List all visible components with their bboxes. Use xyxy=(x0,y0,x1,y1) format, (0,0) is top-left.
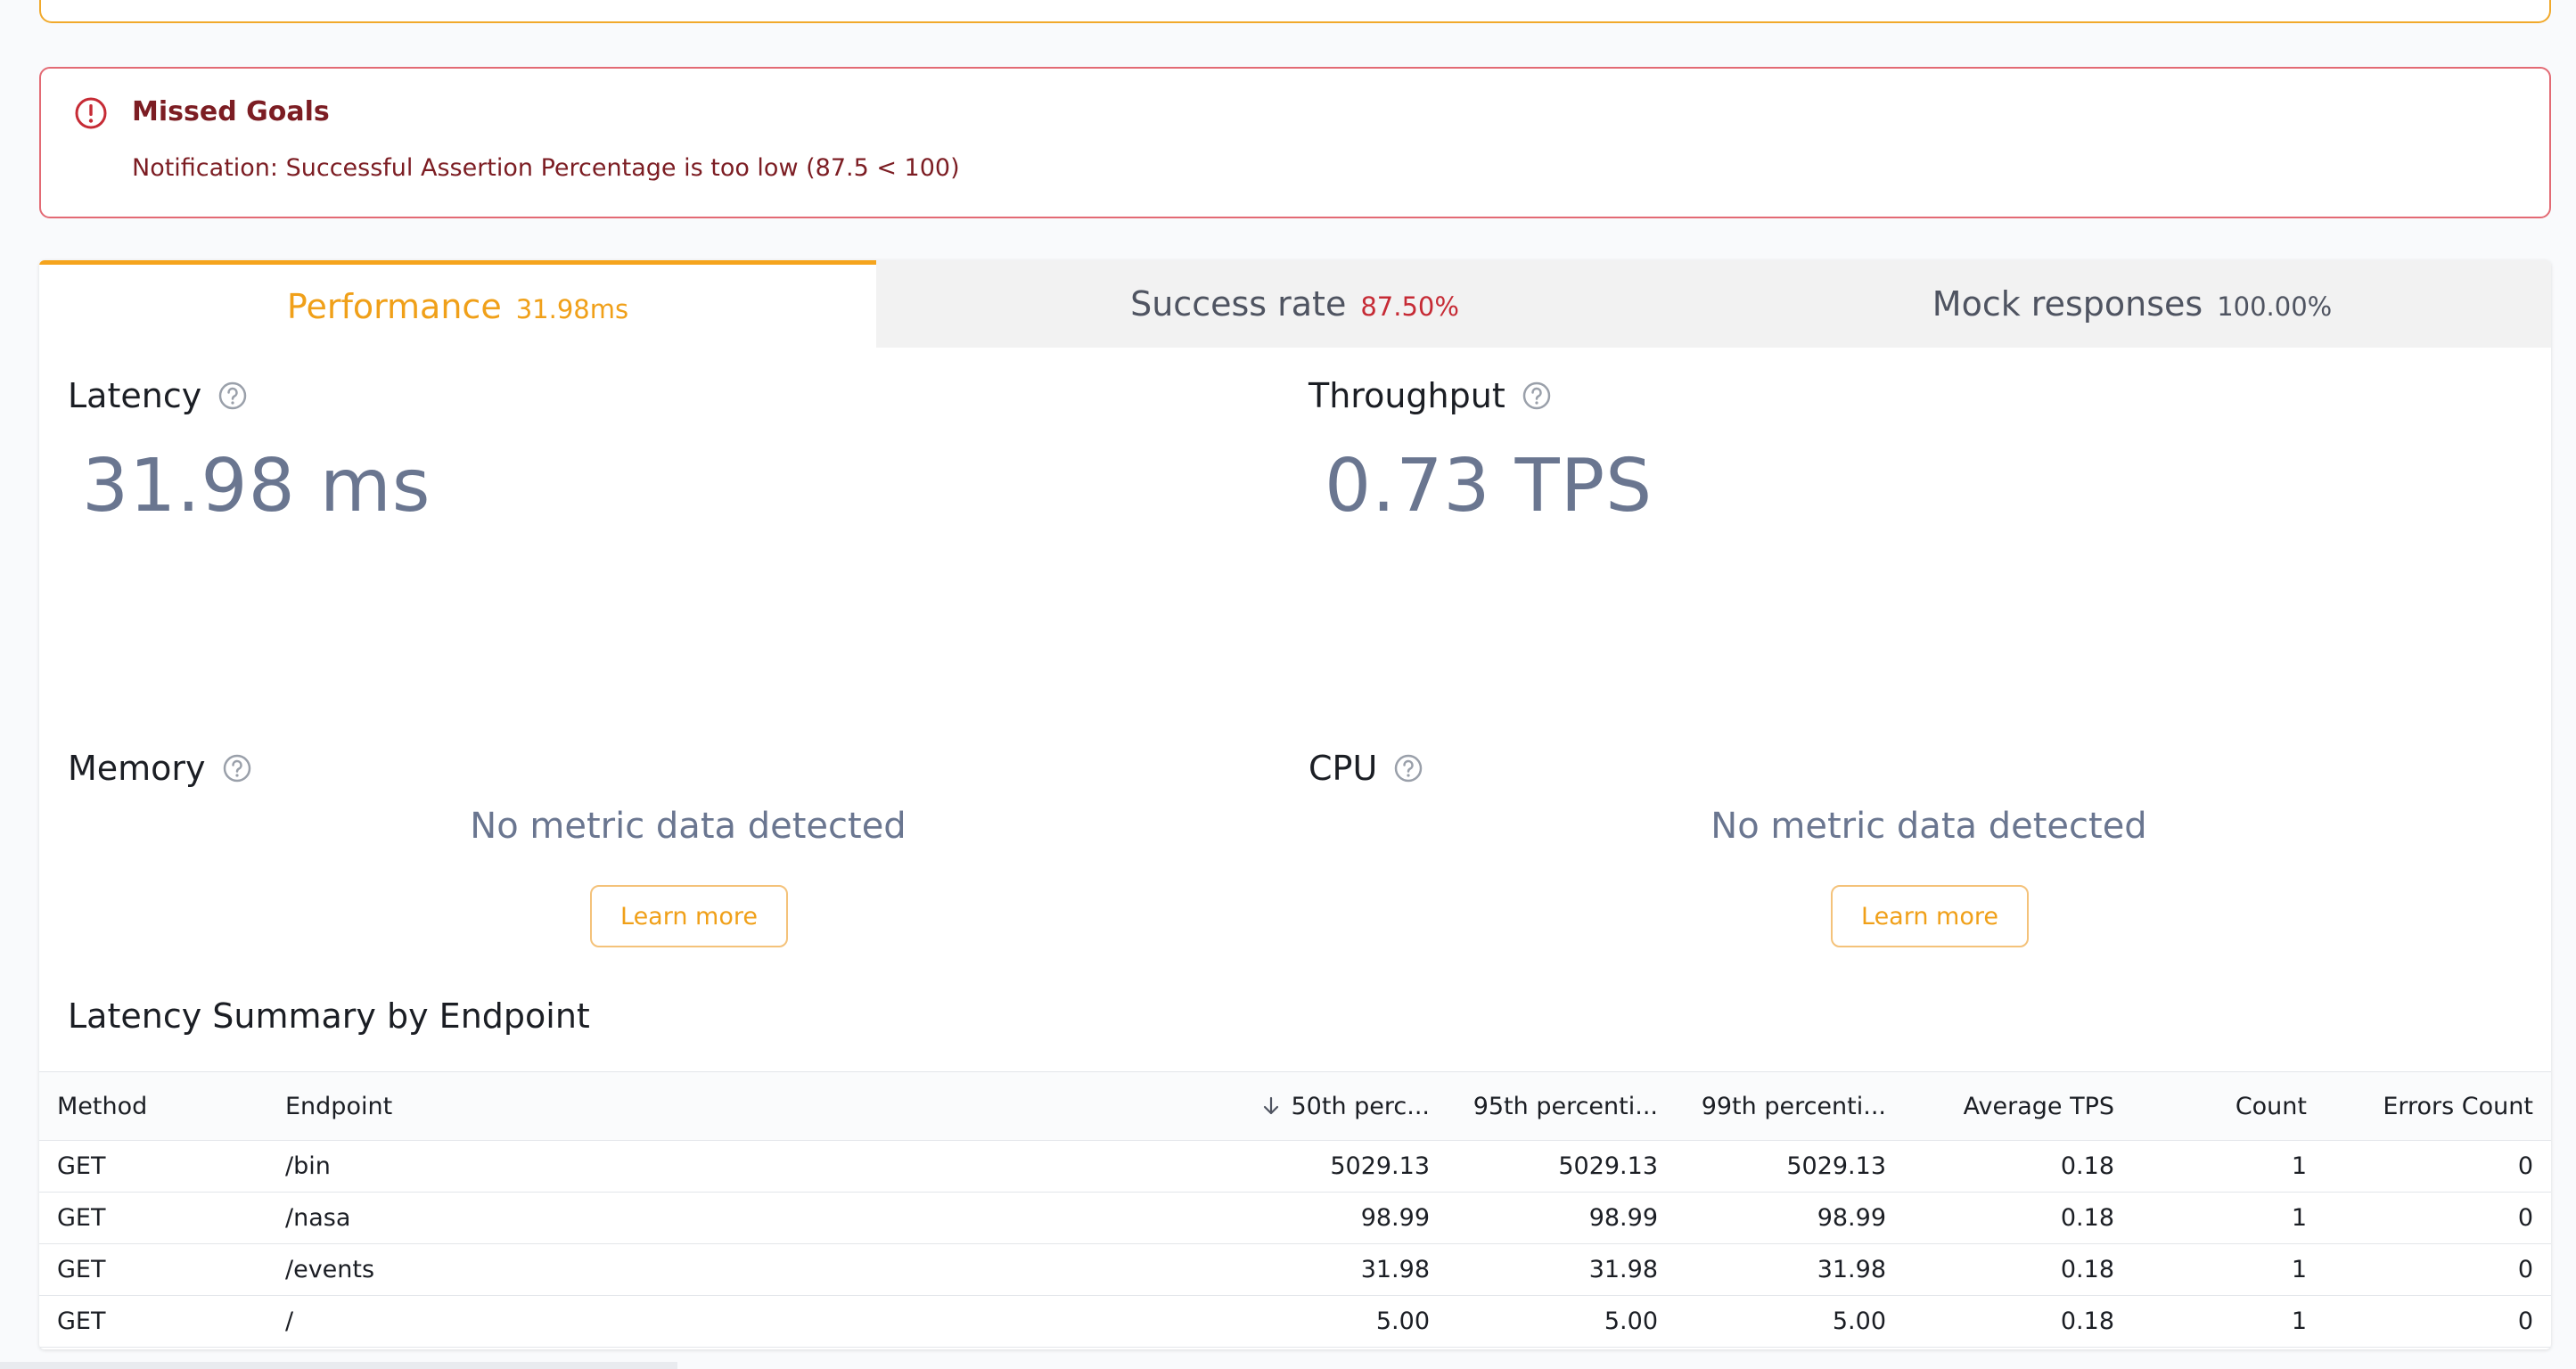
column-header-method[interactable]: Method xyxy=(57,1072,147,1140)
arrow-down-icon xyxy=(1263,1096,1278,1115)
table-row[interactable]: GET/bin 5029.13 5029.13 5029.13 0.18 1 0 xyxy=(39,1141,2551,1193)
error-circle-icon xyxy=(75,97,107,129)
tab-performance[interactable]: Performance 31.98ms xyxy=(39,260,876,348)
summary-title: Latency Summary by Endpoint xyxy=(68,996,590,1036)
throughput-title: Throughput xyxy=(1309,376,1505,415)
memory-learn-more-button[interactable]: Learn more xyxy=(590,885,788,947)
column-header-endpoint[interactable]: Endpoint xyxy=(285,1072,392,1140)
table-body: GET/bin 5029.13 5029.13 5029.13 0.18 1 0 GET/na… xyxy=(39,1141,2551,1348)
alert-message: Notification: Successful Assertion Perce… xyxy=(132,154,960,182)
cell-p95: 31.98 xyxy=(1588,1256,1658,1283)
column-header-p95[interactable]: 95th percenti... xyxy=(1473,1072,1658,1140)
help-icon[interactable] xyxy=(217,381,248,411)
cpu-heading: CPU xyxy=(1309,749,1423,788)
cell-errors-count: 0 xyxy=(2517,1152,2533,1180)
table-row[interactable]: GET / 5.00 5.00 5.00 0.18 1 0 xyxy=(39,1296,2551,1348)
cell-endpoint: /nasa xyxy=(285,1204,351,1232)
cell-method: GET xyxy=(57,1256,106,1283)
cell-average-tps: 0.18 xyxy=(2060,1256,2114,1283)
memory-heading: Memory xyxy=(68,749,252,788)
cell-errors-count: 0 xyxy=(2517,1308,2533,1335)
tab-value: 31.98ms xyxy=(515,293,629,324)
cell-count: 1 xyxy=(2291,1308,2307,1335)
tab-mock-responses[interactable]: Mock responses 100.00% xyxy=(1713,260,2551,348)
help-icon[interactable] xyxy=(1522,381,1552,411)
cell-p95: 5.00 xyxy=(1604,1308,1658,1335)
column-header-count[interactable]: Count xyxy=(2236,1072,2307,1140)
tab-label: Success rate xyxy=(1130,284,1347,324)
cell-p95: 98.99 xyxy=(1588,1204,1658,1232)
latency-title: Latency xyxy=(68,376,202,415)
cell-endpoint: /bin xyxy=(285,1152,331,1180)
warning-banner xyxy=(39,0,2551,23)
results-panel: Performance 31.98ms Success rate 87.50% … xyxy=(39,260,2551,1349)
cell-average-tps: 0.18 xyxy=(2060,1204,2114,1232)
memory-empty-text: No metric data detected xyxy=(470,806,907,847)
cpu-title: CPU xyxy=(1309,749,1378,788)
cell-endpoint: / xyxy=(285,1308,294,1335)
help-icon[interactable] xyxy=(222,753,252,783)
table-row[interactable]: GET/nasa 98.99 98.99 98.99 0.18 1 0 xyxy=(39,1193,2551,1244)
metrics-tabs: Performance 31.98ms Success rate 87.50% … xyxy=(39,260,2551,348)
latency-heading: Latency xyxy=(68,376,248,415)
tab-value: 100.00% xyxy=(2217,291,2333,322)
cell-p50: 31.98 xyxy=(1360,1256,1430,1283)
missed-goals-alert: Missed Goals Notification: Successful As… xyxy=(39,67,2551,218)
cell-p50: 98.99 xyxy=(1360,1204,1430,1232)
table-header: Method Endpoint 50th perc... 95th percen… xyxy=(39,1071,2551,1141)
column-header-average-tps[interactable]: Average TPS xyxy=(1964,1072,2114,1140)
tab-value: 87.50% xyxy=(1360,291,1459,322)
throughput-heading: Throughput xyxy=(1309,376,1552,415)
table-row[interactable]: GET/events 31.98 31.98 31.98 0.18 1 0 xyxy=(39,1244,2551,1296)
column-header-p99[interactable]: 99th percenti... xyxy=(1702,1072,1886,1140)
cell-errors-count: 0 xyxy=(2517,1204,2533,1232)
cell-p95: 5029.13 xyxy=(1558,1152,1658,1180)
cell-method: GET xyxy=(57,1308,106,1335)
latency-summary-table: Method Endpoint 50th perc... 95th percen… xyxy=(39,1071,2551,1348)
cell-average-tps: 0.18 xyxy=(2060,1308,2114,1335)
horizontal-scrollbar[interactable] xyxy=(0,1362,677,1369)
column-header-errors-count[interactable]: Errors Count xyxy=(2383,1072,2533,1140)
memory-title: Memory xyxy=(68,749,206,788)
cell-errors-count: 0 xyxy=(2517,1256,2533,1283)
cell-endpoint: /events xyxy=(285,1256,375,1283)
tab-success-rate[interactable]: Success rate 87.50% xyxy=(876,260,1713,348)
cell-count: 1 xyxy=(2291,1204,2307,1232)
cell-p99: 5.00 xyxy=(1832,1308,1886,1335)
cell-count: 1 xyxy=(2291,1256,2307,1283)
cell-p50: 5029.13 xyxy=(1330,1152,1430,1180)
cell-p50: 5.00 xyxy=(1375,1308,1430,1335)
cell-p99: 5029.13 xyxy=(1786,1152,1886,1180)
column-header-p50[interactable]: 50th perc... xyxy=(1259,1072,1431,1140)
cpu-learn-more-button[interactable]: Learn more xyxy=(1831,885,2029,947)
cpu-empty-text: No metric data detected xyxy=(1710,806,2147,847)
cell-p99: 31.98 xyxy=(1817,1256,1886,1283)
help-icon[interactable] xyxy=(1393,753,1423,783)
cell-method: GET xyxy=(57,1204,106,1232)
cell-average-tps: 0.18 xyxy=(2060,1152,2114,1180)
cell-p99: 98.99 xyxy=(1817,1204,1886,1232)
alert-title: Missed Goals xyxy=(132,96,330,127)
tab-label: Performance xyxy=(286,286,502,326)
cell-count: 1 xyxy=(2291,1152,2307,1180)
column-header-label: 50th perc... xyxy=(1291,1092,1431,1120)
tab-label: Mock responses xyxy=(1932,284,2203,324)
latency-value: 31.98 ms xyxy=(82,444,431,529)
throughput-value: 0.73 TPS xyxy=(1325,444,1653,529)
cell-method: GET xyxy=(57,1152,106,1180)
